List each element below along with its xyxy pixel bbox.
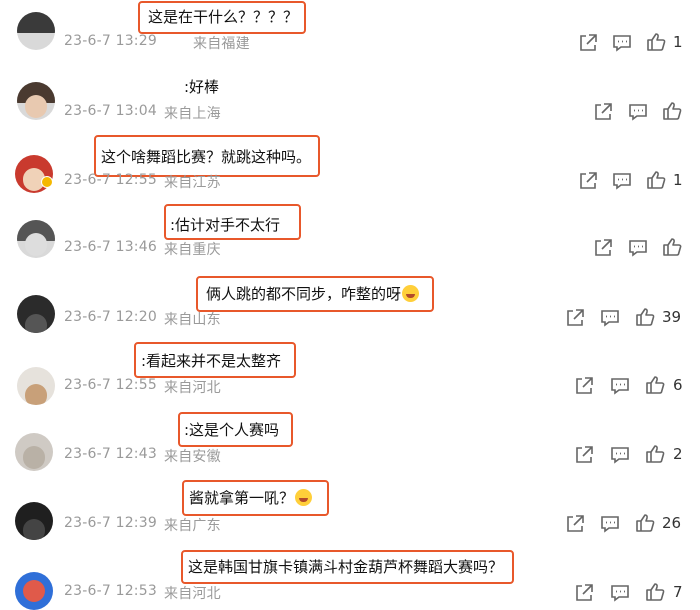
comment-row: 这是韩国甘旗卡镇满斗村金葫芦杯舞蹈大赛吗？ 23-6-7 12:53 来自河北 …	[0, 544, 700, 610]
like-count: 1	[673, 33, 683, 51]
share-icon[interactable]	[592, 237, 614, 259]
share-icon[interactable]	[564, 307, 586, 329]
highlight-box	[138, 1, 306, 34]
comment-time: 23-6-7 13:29	[64, 33, 157, 49]
comment-icon[interactable]	[599, 513, 621, 535]
like-count: 6	[673, 376, 683, 394]
avatar[interactable]	[15, 433, 53, 471]
share-icon[interactable]	[573, 444, 595, 466]
avatar[interactable]	[17, 12, 55, 50]
comment-time: 23-6-7 12:39	[64, 515, 157, 531]
thumbs-up-icon[interactable]	[645, 169, 667, 191]
avatar[interactable]	[17, 82, 55, 120]
comment-row: :好棒 23-6-7 13:04 来自上海	[0, 60, 700, 125]
share-icon[interactable]	[577, 170, 599, 192]
comment-row: 这个啥舞蹈比赛？就跳这种吗。 23-6-7 12:55 来自江苏 1	[0, 125, 700, 193]
comment-text: :好棒	[184, 78, 220, 96]
comment-row: 这是在干什么？？？？ 23-6-7 13:29 来自福建 1	[0, 0, 700, 60]
like-count: 1	[673, 171, 683, 189]
comment-icon[interactable]	[609, 582, 631, 604]
comment-row: :这是个人赛吗 23-6-7 12:43 来自安徽 2	[0, 407, 700, 474]
highlight-box	[134, 342, 296, 378]
share-icon[interactable]	[592, 101, 614, 123]
highlight-box	[182, 480, 329, 516]
comment-location: 来自山东	[164, 312, 221, 328]
like-count: 7	[673, 583, 683, 601]
comment-time: 23-6-7 12:55	[64, 172, 157, 188]
avatar[interactable]	[17, 295, 55, 333]
comment-location: 来自江苏	[164, 175, 221, 191]
avatar[interactable]	[17, 220, 55, 258]
thumbs-up-icon[interactable]	[644, 581, 666, 603]
comment-location: 来自河北	[164, 380, 221, 396]
comment-location: 来自广东	[164, 518, 221, 534]
comment-location: 来自重庆	[164, 242, 221, 258]
highlight-box	[164, 204, 301, 240]
share-icon[interactable]	[577, 32, 599, 54]
thumbs-up-icon[interactable]	[634, 306, 656, 328]
comment-icon[interactable]	[609, 444, 631, 466]
comment-location: 来自上海	[164, 106, 221, 122]
thumbs-up-icon[interactable]	[644, 374, 666, 396]
avatar[interactable]	[15, 572, 53, 610]
thumbs-up-icon[interactable]	[661, 236, 683, 258]
like-count: 2	[673, 445, 683, 463]
share-icon[interactable]	[573, 375, 595, 397]
comment-icon[interactable]	[609, 375, 631, 397]
highlight-box	[178, 412, 293, 447]
highlight-box	[196, 276, 434, 312]
comment-time: 23-6-7 13:46	[64, 239, 157, 255]
comment-location: 来自河北	[164, 586, 221, 602]
comment-time: 23-6-7 12:53	[64, 583, 157, 599]
comment-icon[interactable]	[611, 170, 633, 192]
comment-row: :看起来并不是太整齐 23-6-7 12:55 来自河北 6	[0, 337, 700, 407]
thumbs-up-icon[interactable]	[645, 31, 667, 53]
highlight-box	[94, 135, 320, 177]
highlight-box	[181, 550, 514, 584]
comment-location: 来自安徽	[164, 449, 221, 465]
like-count: 26	[662, 514, 682, 532]
avatar[interactable]	[15, 502, 53, 540]
thumbs-up-icon[interactable]	[634, 512, 656, 534]
comment-icon[interactable]	[611, 32, 633, 54]
thumbs-up-icon[interactable]	[644, 443, 666, 465]
comment-icon[interactable]	[627, 101, 649, 123]
comment-time: 23-6-7 12:20	[64, 309, 157, 325]
comment-time: 23-6-7 12:55	[64, 377, 157, 393]
share-icon[interactable]	[564, 513, 586, 535]
comment-time: 23-6-7 13:04	[64, 103, 157, 119]
comment-location: 来自福建	[193, 36, 250, 52]
comment-row: :估计对手不太行 23-6-7 13:46 来自重庆	[0, 193, 700, 265]
like-count: 39	[662, 308, 682, 326]
comment-time: 23-6-7 12:43	[64, 446, 157, 462]
share-icon[interactable]	[573, 582, 595, 604]
comment-icon[interactable]	[627, 237, 649, 259]
thumbs-up-icon[interactable]	[661, 100, 683, 122]
comment-icon[interactable]	[599, 307, 621, 329]
verified-badge-icon	[41, 176, 53, 188]
avatar[interactable]	[17, 367, 55, 405]
comment-row: 酱就拿第一吼？ 23-6-7 12:39 来自广东 26	[0, 474, 700, 544]
comment-row: 俩人跳的都不同步，咋整的呀 23-6-7 12:20 来自山东 39	[0, 265, 700, 337]
